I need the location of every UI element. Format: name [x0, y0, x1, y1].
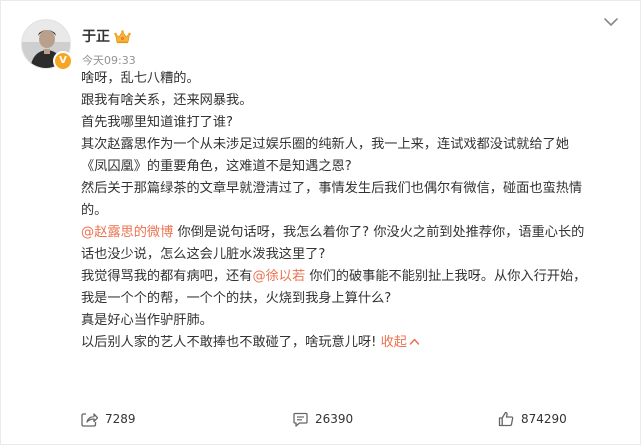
post-line: 然后关于那篇绿茶的文章早就澄清过了，事情发生后我们也偶尔有微信，碰面也蛮热情: [81, 181, 583, 196]
post-line: 啥呀，乱七八糟的。: [81, 71, 200, 86]
post-line: @赵露思的微博 你倒是说句话呀，我怎么着你了? 你没火之前到处推荐你，语重心长的: [81, 222, 629, 244]
post-line: 以后别人家的艺人不敢捧也不敢碰了，啥玩意儿呀! 收起: [81, 332, 629, 354]
mention-link-zhao-lusi[interactable]: @赵露思的微博: [81, 225, 173, 240]
share-count: 7289: [105, 412, 136, 426]
post-line-text: 你们的破事能不能别扯上我呀。从你入行开始，: [305, 269, 587, 284]
comment-button[interactable]: 26390: [293, 410, 353, 428]
post-line: 我是一个个的帮，一个个的扶，火烧到我身上算什么?: [81, 291, 392, 306]
post-line: 话也没少说，怎么这会儿脏水泼我这里了?: [81, 247, 326, 262]
post-line-text: 我觉得骂我的都有病吧，还有: [81, 269, 253, 284]
mention-link-xu-yiruo[interactable]: @徐以若: [252, 269, 305, 284]
author-name[interactable]: 于正: [82, 29, 110, 45]
thumbs-up-icon: [498, 411, 514, 427]
share-icon: [81, 412, 98, 427]
collapse-button[interactable]: 收起: [381, 335, 420, 350]
like-count: 874290: [521, 412, 567, 426]
comment-icon: [293, 412, 308, 427]
post-content: 啥呀，乱七八糟的。 跟我有啥关系，还来网暴我。 首先我哪里知道谁打了谁? 其次赵…: [81, 68, 629, 354]
comment-count: 26390: [315, 412, 354, 426]
crown-icon[interactable]: [114, 29, 131, 45]
post-timestamp[interactable]: 今天09:33: [82, 54, 136, 68]
post-line-text: 以后别人家的艺人不敢捧也不敢碰了，啥玩意儿呀!: [81, 335, 377, 350]
post-line: 真是好心当作驴肝肺。: [81, 313, 213, 328]
avatar-container[interactable]: V: [21, 19, 73, 71]
post-line: 的。: [81, 203, 108, 218]
post-line: 其次赵露思作为一个从未涉足过娱乐圈的纯新人，我一上来，连试戏都没试就给了她: [81, 137, 569, 152]
post-line: 首先我哪里知道谁打了谁?: [81, 115, 234, 130]
verified-badge-icon: V: [53, 51, 73, 71]
share-button[interactable]: 7289: [81, 410, 136, 428]
post-line: 我觉得骂我的都有病吧，还有@徐以若 你们的破事能不能别扯上我呀。从你入行开始，: [81, 266, 629, 288]
weibo-post-card: V 于正 今天09:33 啥呀，乱七八糟的。 跟我有啥关系，还来网暴我。 首先我…: [0, 0, 641, 445]
action-bar: 7289 26390 874290: [1, 402, 642, 436]
like-button[interactable]: 874290: [498, 410, 567, 428]
post-line-text: 你倒是说句话呀，我怎么着你了? 你没火之前到处推荐你，语重心长的: [173, 225, 585, 240]
chevron-down-icon[interactable]: [603, 16, 619, 28]
post-line: 《凤囚凰》的重要角色，这难道不是知遇之恩?: [81, 159, 352, 174]
post-line: 跟我有啥关系，还来网暴我。: [81, 93, 253, 108]
collapse-label: 收起: [380, 335, 407, 350]
chevron-up-icon: [409, 338, 420, 345]
